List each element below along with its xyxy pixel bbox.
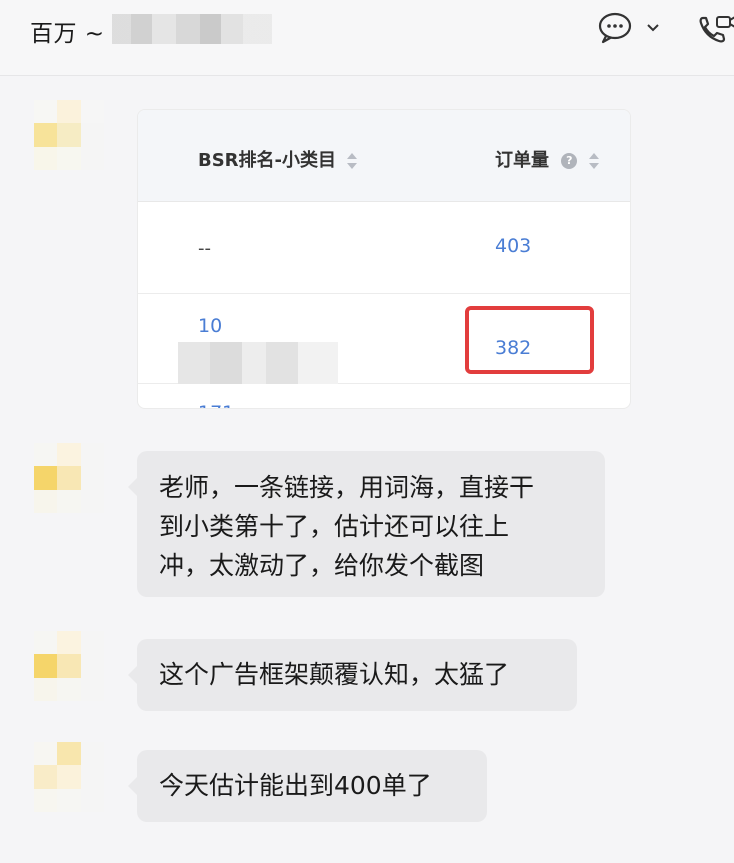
shared-screenshot-card[interactable]: BSR排名-小类目 订单量 ? -- 403 10 382 171 xyxy=(137,109,631,409)
bsr-rank-cell-partial: 171 xyxy=(198,402,234,408)
blurred-category-name xyxy=(178,342,338,384)
order-volume-column-header[interactable]: 订单量 ? xyxy=(495,146,600,172)
video-call-icon[interactable] xyxy=(697,12,734,46)
message-text: 这个广告框架颠覆认知，太猛了 xyxy=(159,660,510,689)
sort-icon[interactable] xyxy=(346,151,358,171)
chat-bubble-icon[interactable] xyxy=(598,12,634,44)
table-row: -- 403 xyxy=(138,202,630,294)
sender-avatar[interactable] xyxy=(34,100,104,170)
sender-avatar[interactable] xyxy=(34,443,104,513)
message-bubble[interactable]: 这个广告框架颠覆认知，太猛了 xyxy=(128,639,577,711)
chat-header: 百万 ~ xyxy=(0,0,734,76)
help-icon[interactable]: ? xyxy=(561,153,578,169)
message-text: 今天估计能出到400单了 xyxy=(159,771,432,800)
message-text-line: 老师，一条链接，用词海，直接干 xyxy=(159,473,535,502)
message-text-line: 冲，太激动了，给你发个截图 xyxy=(159,551,485,580)
chevron-down-icon[interactable] xyxy=(645,19,661,35)
message-text-line: 到小类第十了，估计还可以往上 xyxy=(159,512,510,541)
chat-title: 百万 ~ xyxy=(30,21,105,47)
highlight-annotation-box xyxy=(465,306,594,374)
message-bubble[interactable]: 老师，一条链接，用词海，直接干 到小类第十了，估计还可以往上 冲，太激动了，给你… xyxy=(128,451,605,597)
sort-icon[interactable] xyxy=(588,151,600,171)
order-volume-cell[interactable]: 403 xyxy=(495,235,531,257)
sender-avatar[interactable] xyxy=(34,631,104,701)
message-bubble[interactable]: 今天估计能出到400单了 xyxy=(128,750,487,822)
sender-avatar[interactable] xyxy=(34,742,104,812)
blurred-contact-name xyxy=(112,14,272,44)
bsr-rank-column-header[interactable]: BSR排名-小类目 xyxy=(198,146,358,172)
bsr-rank-cell: -- xyxy=(198,238,211,259)
bsr-rank-cell[interactable]: 10 xyxy=(198,315,222,337)
table-header: BSR排名-小类目 订单量 ? xyxy=(138,110,630,202)
